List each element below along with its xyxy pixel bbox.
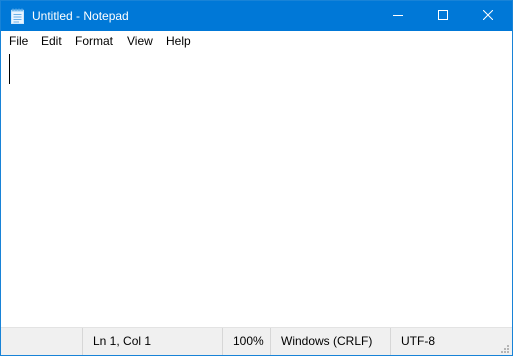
status-line-ending: Windows (CRLF) — [270, 328, 390, 355]
window-title: Untitled - Notepad — [32, 9, 129, 23]
text-caret — [9, 54, 10, 84]
menu-view[interactable]: View — [126, 31, 154, 52]
maximize-icon — [437, 7, 448, 25]
menu-bar: File Edit Format View Help — [1, 31, 512, 52]
menu-edit[interactable]: Edit — [40, 31, 63, 52]
maximize-button[interactable] — [420, 1, 465, 31]
resize-grip-icon[interactable] — [500, 343, 510, 353]
minimize-button[interactable] — [375, 1, 420, 31]
title-bar[interactable]: Untitled - Notepad — [1, 1, 512, 31]
notepad-icon[interactable] — [10, 8, 25, 24]
status-position: Ln 1, Col 1 — [82, 328, 222, 355]
minimize-icon — [392, 7, 403, 25]
text-editor[interactable] — [1, 52, 512, 327]
status-bar: Ln 1, Col 1 100% Windows (CRLF) UTF-8 — [1, 327, 512, 355]
status-encoding: UTF-8 — [390, 328, 500, 355]
notepad-window: Untitled - Notepad File Edit Format View… — [0, 0, 513, 356]
menu-help[interactable]: Help — [165, 31, 192, 52]
status-zoom: 100% — [222, 328, 270, 355]
close-icon — [482, 7, 493, 25]
menu-file[interactable]: File — [8, 31, 29, 52]
menu-format[interactable]: Format — [74, 31, 114, 52]
close-button[interactable] — [465, 1, 510, 31]
